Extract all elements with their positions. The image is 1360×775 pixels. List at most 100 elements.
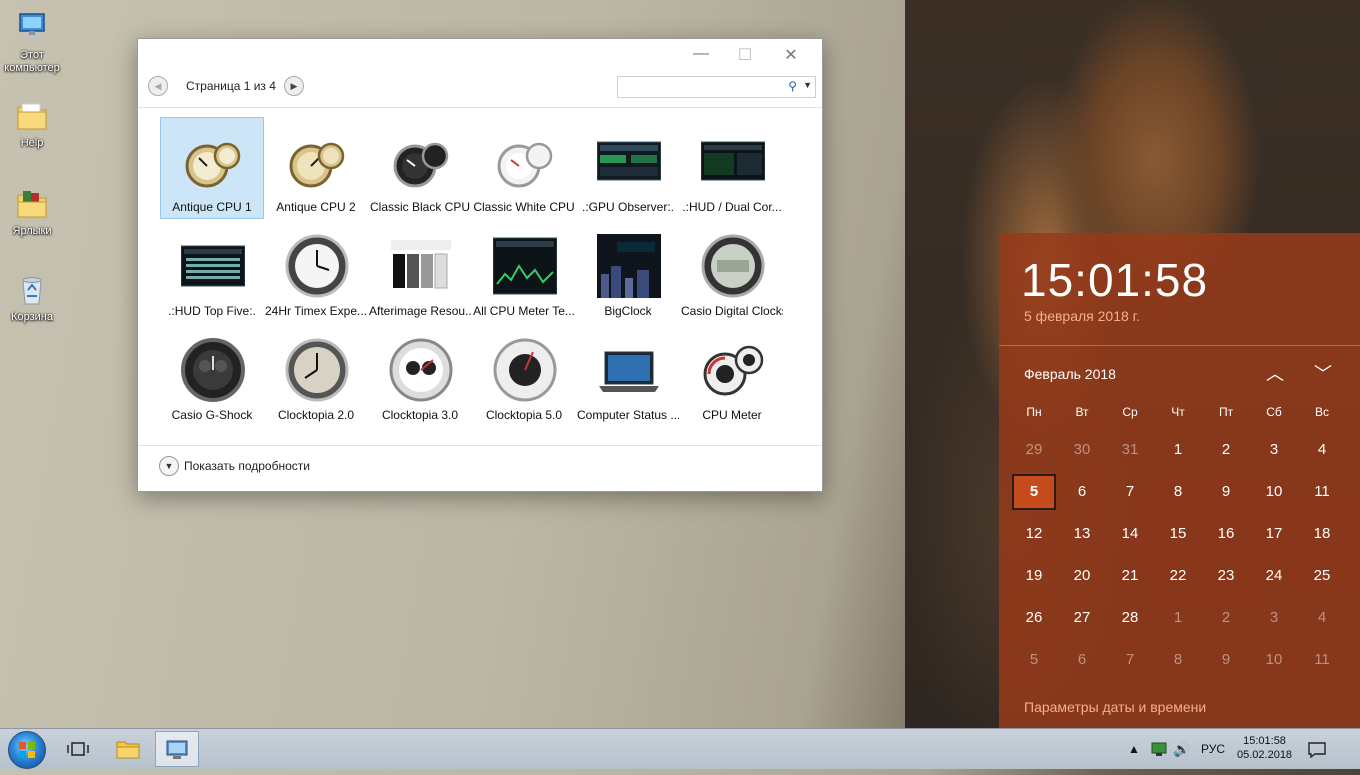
calendar-day[interactable]: 21 (1108, 558, 1152, 594)
calendar-day[interactable]: 13 (1060, 516, 1104, 552)
weekday-label: Сб (1266, 405, 1282, 419)
calendar-day[interactable]: 22 (1156, 558, 1200, 594)
calendar-day-today[interactable]: 5 (1012, 474, 1056, 510)
calendar-day[interactable]: 6 (1060, 474, 1104, 510)
calendar-day[interactable]: 16 (1204, 516, 1248, 552)
task-view-icon (67, 742, 89, 756)
calendar-day[interactable]: 8 (1156, 642, 1200, 678)
calendar-day[interactable]: 19 (1012, 558, 1056, 594)
gadget-item[interactable]: Antique CPU 1 (160, 117, 264, 219)
calendar-day[interactable]: 25 (1300, 558, 1344, 594)
gadget-name: 24Hr Timex Expe... (265, 304, 367, 318)
gadget-item[interactable]: Computer Status ... (576, 325, 680, 427)
gadget-item[interactable]: .:HUD Top Five:. (160, 221, 264, 323)
calendar-day[interactable]: 20 (1060, 558, 1104, 594)
calendar-day[interactable]: 28 (1108, 600, 1152, 636)
calendar-day[interactable]: 4 (1300, 432, 1344, 468)
gadget-item[interactable]: Afterimage Resou... (368, 221, 472, 323)
gadget-name: Clocktopia 3.0 (381, 408, 459, 422)
calendar-day[interactable]: 27 (1060, 600, 1104, 636)
calendar-day[interactable]: 8 (1156, 474, 1200, 510)
gadget-name: Classic White CPU (473, 200, 575, 214)
chevron-down-icon[interactable]: ﹀ (1309, 360, 1337, 386)
search-gadgets[interactable]: ⚲ ▼ (617, 76, 816, 98)
calendar-day[interactable]: 10 (1252, 474, 1296, 510)
calendar-day[interactable]: 2 (1204, 600, 1248, 636)
chevron-up-icon[interactable]: ︿ (1261, 360, 1289, 386)
calendar-day[interactable]: 1 (1156, 600, 1200, 636)
action-center-button[interactable] (1308, 729, 1326, 769)
calendar-day[interactable]: 1 (1156, 432, 1200, 468)
gadget-item[interactable]: Classic Black CPU (368, 117, 472, 219)
prev-page-button[interactable]: ◀ (148, 76, 168, 96)
desktop-icon-shortcuts[interactable]: Ярлыки (0, 186, 64, 238)
gadget-item[interactable]: Antique CPU 2 (264, 117, 368, 219)
gadget-item[interactable]: .:HUD / Dual Cor... (680, 117, 784, 219)
gadget-item[interactable]: Classic White CPU (472, 117, 576, 219)
calendar-day[interactable]: 11 (1300, 474, 1344, 510)
calendar-day[interactable]: 15 (1156, 516, 1200, 552)
calendar-day[interactable]: 26 (1012, 600, 1056, 636)
gadget-name: Antique CPU 1 (172, 200, 252, 214)
calendar-day[interactable]: 3 (1252, 432, 1296, 468)
gadget-item[interactable]: Clocktopia 2.0 (264, 325, 368, 427)
chevron-down-icon[interactable]: ▼ (159, 456, 179, 476)
calendar-day[interactable]: 7 (1108, 642, 1152, 678)
taskbar-clock[interactable]: 15:01:58 05.02.2018 (1237, 734, 1292, 762)
date-time-settings-link[interactable]: Параметры даты и времени (1024, 699, 1206, 715)
month-header[interactable]: Февраль 2018 (1024, 366, 1116, 382)
calendar-day[interactable]: 18 (1300, 516, 1344, 552)
desktop-icon-this-pc[interactable]: Этот компьютер (0, 10, 64, 75)
desktop-icon-recycle-bin[interactable]: Корзина (0, 272, 64, 324)
gadget-item[interactable]: Casio Digital Clocks (680, 221, 784, 323)
calendar-day[interactable]: 29 (1012, 432, 1056, 468)
calendar-day[interactable]: 24 (1252, 558, 1296, 594)
task-view-button[interactable] (56, 731, 100, 767)
gadget-item[interactable]: Casio G-Shock (160, 325, 264, 427)
calendar-day[interactable]: 9 (1204, 642, 1248, 678)
watch-icon (285, 234, 349, 298)
calendar-day[interactable]: 9 (1204, 474, 1248, 510)
search-input[interactable] (618, 77, 786, 95)
gadget-item[interactable]: Clocktopia 5.0 (472, 325, 576, 427)
calendar-day[interactable]: 11 (1300, 642, 1344, 678)
minimize-button[interactable]: — (686, 45, 716, 63)
next-page-button[interactable]: ▶ (284, 76, 304, 96)
chevron-down-icon[interactable]: ▼ (803, 80, 812, 90)
calendar-day[interactable]: 5 (1012, 642, 1056, 678)
volume-icon[interactable]: 🔊 (1173, 729, 1190, 769)
gadgets-taskbar-button[interactable] (155, 731, 199, 767)
calendar-day[interactable]: 4 (1300, 600, 1344, 636)
calendar-day[interactable]: 10 (1252, 642, 1296, 678)
calendar-day[interactable]: 31 (1108, 432, 1152, 468)
gadget-item[interactable]: All CPU Meter Te... (472, 221, 576, 323)
calendar-day[interactable]: 30 (1060, 432, 1104, 468)
calendar-day[interactable]: 2 (1204, 432, 1248, 468)
desktop-icon-help[interactable]: Help (0, 98, 64, 150)
calendar-day[interactable]: 14 (1108, 516, 1152, 552)
gadget-item[interactable]: BigClock (576, 221, 680, 323)
calendar-day[interactable]: 12 (1012, 516, 1056, 552)
calendar-day[interactable]: 17 (1252, 516, 1296, 552)
weekday-label: Вс (1314, 405, 1329, 419)
gadget-item[interactable]: Clocktopia 3.0 (368, 325, 472, 427)
gadget-item[interactable]: .:GPU Observer:. (576, 117, 680, 219)
calendar-day[interactable]: 3 (1252, 600, 1296, 636)
language-indicator[interactable]: РУС (1201, 729, 1225, 769)
gadget-item[interactable]: CPU Meter (680, 325, 784, 427)
show-hidden-icons-button[interactable]: ▲ (1128, 729, 1140, 769)
gadget-item[interactable]: 24Hr Timex Expe... (264, 221, 368, 323)
calendar-day[interactable]: 23 (1204, 558, 1248, 594)
start-button[interactable] (8, 731, 46, 769)
network-icon[interactable] (1150, 729, 1168, 769)
show-details-toggle[interactable]: Показать подробности (184, 459, 310, 473)
file-explorer-button[interactable] (106, 731, 150, 767)
calendar-day[interactable]: 7 (1108, 474, 1152, 510)
close-button[interactable]: ✕ (776, 45, 806, 65)
gadget-name: Classic Black CPU (369, 200, 471, 214)
calendar-day[interactable]: 6 (1060, 642, 1104, 678)
maximize-button[interactable]: ☐ (730, 45, 760, 65)
gadget-name: .:HUD Top Five:. (168, 304, 256, 318)
search-icon[interactable]: ⚲ (788, 79, 797, 93)
long-date-link[interactable]: 5 февраля 2018 г. (1024, 308, 1140, 324)
